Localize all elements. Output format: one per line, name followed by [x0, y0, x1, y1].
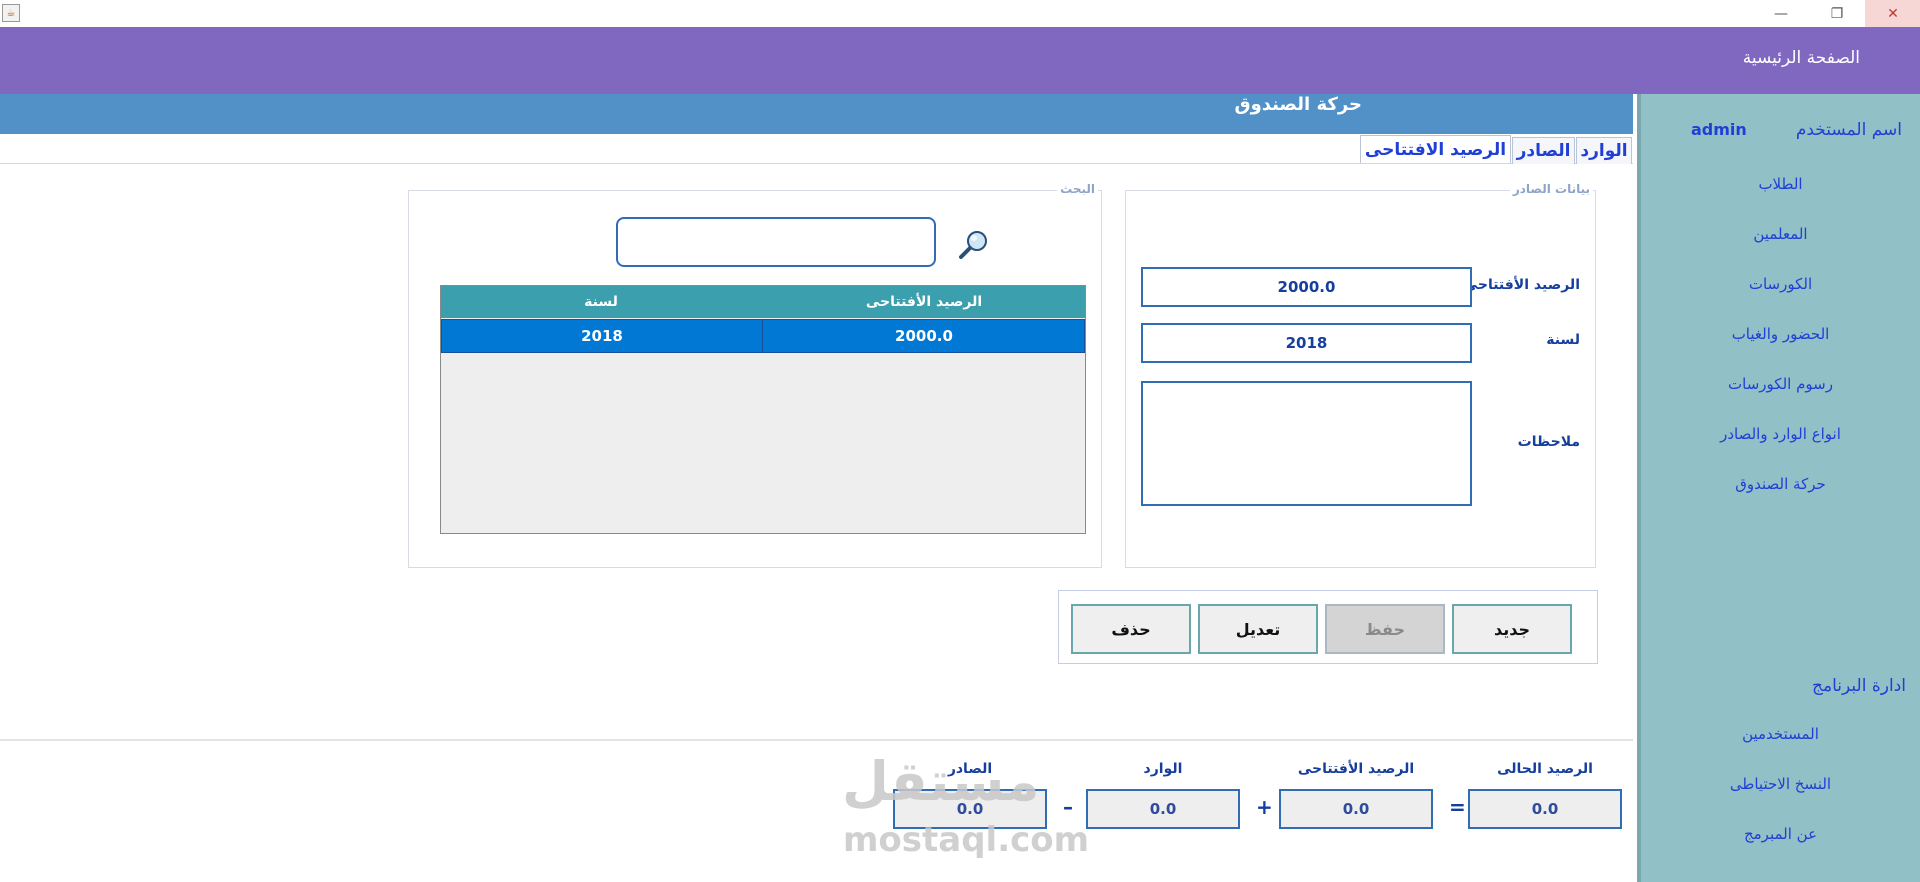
opening-balance-summary-label: الرصيد الأفتتاحى [1297, 761, 1415, 777]
user-label: اسم المستخدم [1795, 120, 1902, 140]
sidebar-item-backup[interactable]: النسخ الاحتياطى [1641, 775, 1920, 793]
page-banner [0, 94, 1633, 134]
incoming-field: 0.0 [1086, 789, 1240, 829]
summary-divider [0, 739, 1633, 741]
cell-separator [762, 320, 763, 352]
sidebar-item-teachers[interactable]: المعلمين [1641, 225, 1920, 243]
sidebar-item-about[interactable]: عن المبرمج [1641, 825, 1920, 843]
save-button[interactable]: حفظ [1325, 604, 1445, 654]
tab-incoming[interactable]: الوارد [1576, 137, 1632, 164]
java-icon: ☕ [2, 4, 20, 22]
sidebar-item-course-fees[interactable]: رسوم الكورسات [1641, 375, 1920, 393]
sidebar-item-courses[interactable]: الكورسات [1641, 275, 1920, 293]
admin-section-title: ادارة البرنامج [1812, 676, 1906, 696]
tab-outgoing[interactable]: الصادر [1512, 137, 1575, 164]
restore-icon: ❐ [1830, 5, 1844, 22]
table-header: الرصيد الأفتتاحى لسنة [441, 286, 1085, 318]
user-name: admin [1691, 120, 1747, 139]
column-header-year[interactable]: لسنة [441, 286, 761, 318]
outgoing-data-group [1125, 190, 1596, 568]
app-header [0, 27, 1920, 94]
notes-field[interactable] [1141, 381, 1472, 506]
outgoing-data-title: بيانات الصادر [1509, 182, 1593, 196]
year-label: لسنة [1546, 332, 1580, 348]
search-input[interactable] [616, 217, 936, 267]
restore-button[interactable]: ❐ [1809, 0, 1865, 27]
delete-button[interactable]: حذف [1071, 604, 1191, 654]
close-icon: ✕ [1887, 5, 1899, 22]
watermark-url: mostaql.com [843, 820, 1090, 860]
minus-sign: – [1063, 795, 1073, 819]
sidebar-item-cash-movement[interactable]: حركة الصندوق [1641, 475, 1920, 493]
incoming-label: الوارد [1143, 761, 1183, 777]
edit-button[interactable]: تعديل [1198, 604, 1318, 654]
opening-balance-field[interactable]: 2000.0 [1141, 267, 1472, 307]
current-balance-label: الرصيد الحالى [1497, 761, 1593, 777]
equals-sign: = [1449, 795, 1466, 819]
search-group-title: البحث [1057, 182, 1098, 196]
cell-opening-balance: 2000.0 [895, 327, 953, 345]
window-titlebar [0, 0, 1920, 27]
minimize-button[interactable]: — [1753, 0, 1809, 27]
watermark-logo: مستقل [842, 750, 1040, 813]
search-icon[interactable] [958, 228, 990, 260]
cell-year: 2018 [581, 327, 623, 345]
tab-opening-balance[interactable]: الرصيد الافتتاحى [1360, 135, 1511, 163]
home-link[interactable]: الصفحة الرئيسية [1743, 48, 1860, 68]
close-button[interactable]: ✕ [1865, 0, 1920, 27]
notes-label: ملاحظات [1517, 434, 1580, 450]
column-header-opening-balance[interactable]: الرصيد الأفتتاحى [763, 286, 1085, 318]
sidebar-item-attendance[interactable]: الحضور والغياب [1641, 325, 1920, 343]
opening-balance-label: الرصيد الأفتتاحى [1463, 277, 1580, 293]
table-row[interactable]: 2000.0 2018 [441, 319, 1085, 353]
opening-balance-summary-field: 0.0 [1279, 789, 1433, 829]
sidebar-item-income-expense-types[interactable]: انواع الوارد والصادر [1641, 425, 1920, 443]
tabs-divider [0, 163, 1633, 164]
new-button[interactable]: جديد [1452, 604, 1572, 654]
page-title: حركة الصندوق [1234, 94, 1362, 115]
year-field[interactable]: 2018 [1141, 323, 1472, 363]
sidebar-item-users[interactable]: المستخدمين [1641, 725, 1920, 743]
minimize-icon: — [1774, 5, 1788, 22]
plus-sign: + [1256, 795, 1273, 819]
current-balance-field: 0.0 [1468, 789, 1622, 829]
sidebar-item-students[interactable]: الطلاب [1641, 175, 1920, 193]
